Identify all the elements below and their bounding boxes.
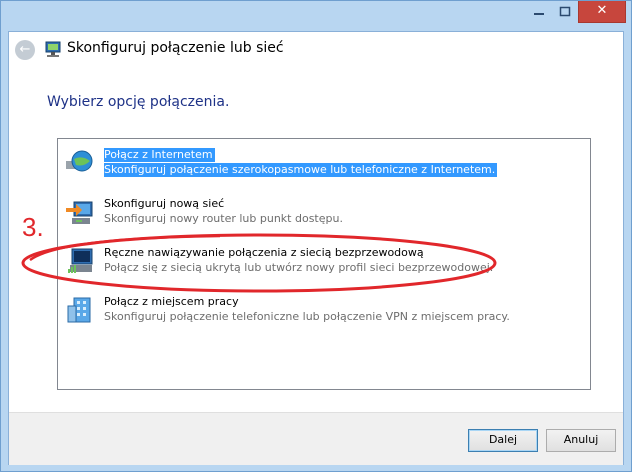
close-button[interactable]: ✕ bbox=[578, 1, 626, 23]
title-bar[interactable]: ✕ bbox=[1, 1, 631, 31]
wizard-header: ← Skonfiguruj połączenie lub sieć bbox=[9, 32, 623, 70]
back-button[interactable]: ← bbox=[15, 40, 35, 60]
cancel-button[interactable]: Anuluj bbox=[546, 429, 616, 452]
option-description: Skonfiguruj nowy router lub punkt dostęp… bbox=[104, 212, 343, 225]
option-description: Skonfiguruj połączenie szerokopasmowe lu… bbox=[104, 163, 498, 177]
internet-globe-icon bbox=[66, 150, 93, 172]
instruction-heading: Wybierz opcję połączenia. bbox=[47, 94, 230, 110]
network-wizard-icon bbox=[45, 41, 61, 57]
annotation-highlight-ellipse bbox=[21, 233, 497, 293]
close-icon: ✕ bbox=[596, 3, 608, 18]
option-connect-internet[interactable]: Połącz z Internetem Skonfiguruj połączen… bbox=[64, 147, 584, 185]
option-new-network[interactable]: Skonfiguruj nową sieć Skonfiguruj nowy r… bbox=[64, 196, 584, 234]
next-button[interactable]: Dalej bbox=[468, 429, 538, 452]
maximize-button[interactable] bbox=[553, 3, 577, 20]
option-title: Skonfiguruj nową sieć bbox=[104, 197, 225, 210]
workplace-building-icon bbox=[67, 297, 91, 323]
dialog-footer: Dalej Anuluj bbox=[9, 412, 623, 465]
option-workplace[interactable]: Połącz z miejscem pracy Skonfiguruj połą… bbox=[64, 294, 584, 332]
back-arrow-icon: ← bbox=[19, 42, 31, 57]
wizard-title: Skonfiguruj połączenie lub sieć bbox=[67, 40, 284, 56]
minimize-button[interactable] bbox=[527, 3, 551, 20]
option-title: Połącz z Internetem bbox=[104, 148, 215, 162]
option-title: Połącz z miejscem pracy bbox=[104, 295, 239, 308]
minimize-icon bbox=[534, 13, 544, 15]
maximize-icon bbox=[559, 6, 571, 17]
option-description: Skonfiguruj połączenie telefoniczne lub … bbox=[104, 310, 510, 323]
new-network-router-icon bbox=[66, 201, 93, 224]
